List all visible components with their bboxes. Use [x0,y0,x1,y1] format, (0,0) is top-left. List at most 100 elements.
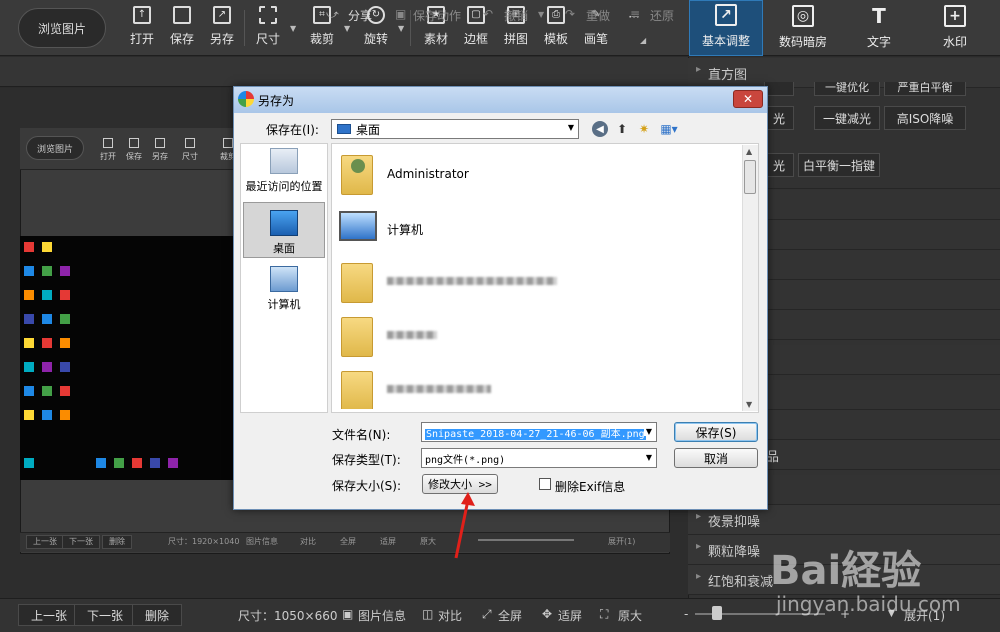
filename-input[interactable]: Snipaste_2018-04-27_21-46-06_副本.png ▼ [421,422,657,442]
tab-watermark[interactable]: + 水印 [918,0,992,56]
folder-icon [341,317,373,357]
crop-dropdown-icon[interactable]: ▼ [344,24,350,33]
iso-denoise-button[interactable]: 高ISO降噪 [884,106,966,130]
view-menu-icon[interactable]: ▦▾ [658,121,680,137]
save-action-icon: ▣ [395,7,407,21]
white-balance-onekey-button[interactable]: 白平衡一指键 [798,153,880,177]
image-stat: 适屏 [380,537,396,546]
rotate-dropdown-icon[interactable]: ▼ [398,24,404,33]
tab-digital-darkroom[interactable]: ◎ 数码暗房 [766,0,840,56]
desktop-icon-thumb [24,338,34,348]
save-size-label: 保存大小(S): [332,479,402,493]
file-item-administrator[interactable]: Administrator [337,149,737,201]
redo-button[interactable]: 重做 [586,7,610,24]
baidu-watermark: Bai経验 jingyan.baidu.com [770,520,1000,632]
fullscreen-button[interactable]: 全屏 [498,607,522,624]
up-folder-icon[interactable]: ⬆ [614,121,630,137]
image-next-label: 下一张 [62,535,100,549]
next-image-button[interactable]: 下一张 [74,604,137,626]
text-icon: T [872,4,886,28]
tab-text[interactable]: T 文字 [842,0,916,56]
desktop-icon-thumb [60,410,70,420]
image-tool: 保存 [122,138,146,162]
save-as-button[interactable]: ↗ 另存 [202,6,242,52]
save-in-label: 保存在(I): [266,123,319,137]
fit-screen-button[interactable]: 适屏 [558,607,582,624]
desktop-icon-thumb [24,458,34,468]
original-size-button[interactable]: 原大 [618,607,642,624]
undo-icon: ↶ [483,7,494,21]
file-item-computer[interactable]: 计算机 [337,203,737,255]
app-logo-icon [238,91,254,107]
image-info-button[interactable]: 图片信息 [358,607,406,624]
place-desktop[interactable]: 桌面 [242,210,326,256]
scroll-down-icon[interactable]: ▼ [746,400,752,409]
resize-dropdown-icon[interactable]: ▼ [290,24,296,33]
scroll-up-icon[interactable]: ▲ [746,147,752,156]
save-action-button[interactable]: 保存动作 [413,7,461,24]
dialog-titlebar[interactable] [234,87,767,113]
redo-icon: ↷ [565,7,576,21]
zoom-out-button[interactable]: - [684,607,688,621]
white-balance-button[interactable]: 严重白平衡 [884,82,966,96]
remove-exif-checkbox[interactable] [539,478,551,490]
more-expand-icon[interactable]: ◢ [640,36,646,45]
new-folder-icon[interactable]: ✷ [636,121,652,137]
chevron-down-icon: ▼ [567,123,574,132]
tab-basic-adjust[interactable]: ↗ 基本调整 [689,0,763,56]
zoom-slider-handle[interactable] [712,606,722,620]
undo-dropdown-icon[interactable]: ▼ [538,10,544,19]
blurred-filename [387,331,437,339]
file-item-folder[interactable] [337,311,737,363]
file-item-folder[interactable] [337,365,737,409]
share-icon[interactable]: ⤻ [326,7,339,22]
image-delete-label: 删除 [102,535,132,549]
desktop-icon-thumb [42,362,52,372]
desktop-icon-thumb [168,458,178,468]
reduce-light-button[interactable]: 一键减光 [814,106,880,130]
resize-button[interactable]: 尺寸 [248,6,288,52]
image-expand-label: 展开(1) [608,537,636,546]
browse-images-button[interactable]: 浏览图片 [18,8,106,48]
save-button[interactable]: 保存 [162,6,202,52]
fullscreen-icon: ⤢ [482,607,492,621]
light-button-2[interactable]: 光 [764,153,794,177]
desktop-icon-thumb [24,242,34,252]
recent-places-icon [270,148,298,174]
file-item-folder[interactable] [337,257,737,309]
place-recent[interactable]: 最近访问的位置 [242,148,326,194]
user-avatar-icon [351,159,365,173]
filename-label: 文件名(N): [332,428,391,442]
save-button[interactable]: 保存(S) [674,422,758,442]
save-location-select[interactable]: 桌面 ▼ [331,119,579,139]
back-icon[interactable]: ◀ [592,121,608,137]
save-icon [173,6,191,24]
undo-button[interactable]: 撤销 [504,7,528,24]
desktop-icon-thumb [42,338,52,348]
desktop-icon-thumb [42,242,52,252]
prev-image-button[interactable]: 上一张 [18,604,81,626]
desktop-icon-thumb [42,314,52,324]
desktop-icon [270,210,298,236]
chevron-down-icon: ▼ [643,427,652,436]
chevron-down-icon: ▼ [645,453,652,462]
light-button[interactable]: 光 [764,106,794,130]
compare-button[interactable]: 对比 [438,607,462,624]
share-button[interactable]: 分享 [348,7,372,24]
compare-icon: ◫ [422,607,434,621]
blurred-filename [387,277,557,285]
desktop-icon-thumb [42,386,52,396]
place-computer[interactable]: 计算机 [242,266,326,312]
scroll-thumb[interactable] [744,160,756,194]
open-button[interactable]: ↑ 打开 [122,6,162,52]
folder-icon [341,263,373,303]
adjust-button-partial[interactable] [764,82,794,96]
filetype-select[interactable]: png文件(*.png) ▼ [421,448,657,468]
desktop-icon-thumb [24,314,34,324]
cancel-button[interactable]: 取消 [674,448,758,468]
delete-button[interactable]: 删除 [132,604,183,626]
close-button[interactable]: ✕ [733,90,763,108]
auto-optimize-button[interactable]: 一键优化 [814,82,880,96]
resize-button[interactable]: 修改大小 >> [422,474,498,494]
restore-button[interactable]: 还原 [650,7,674,24]
